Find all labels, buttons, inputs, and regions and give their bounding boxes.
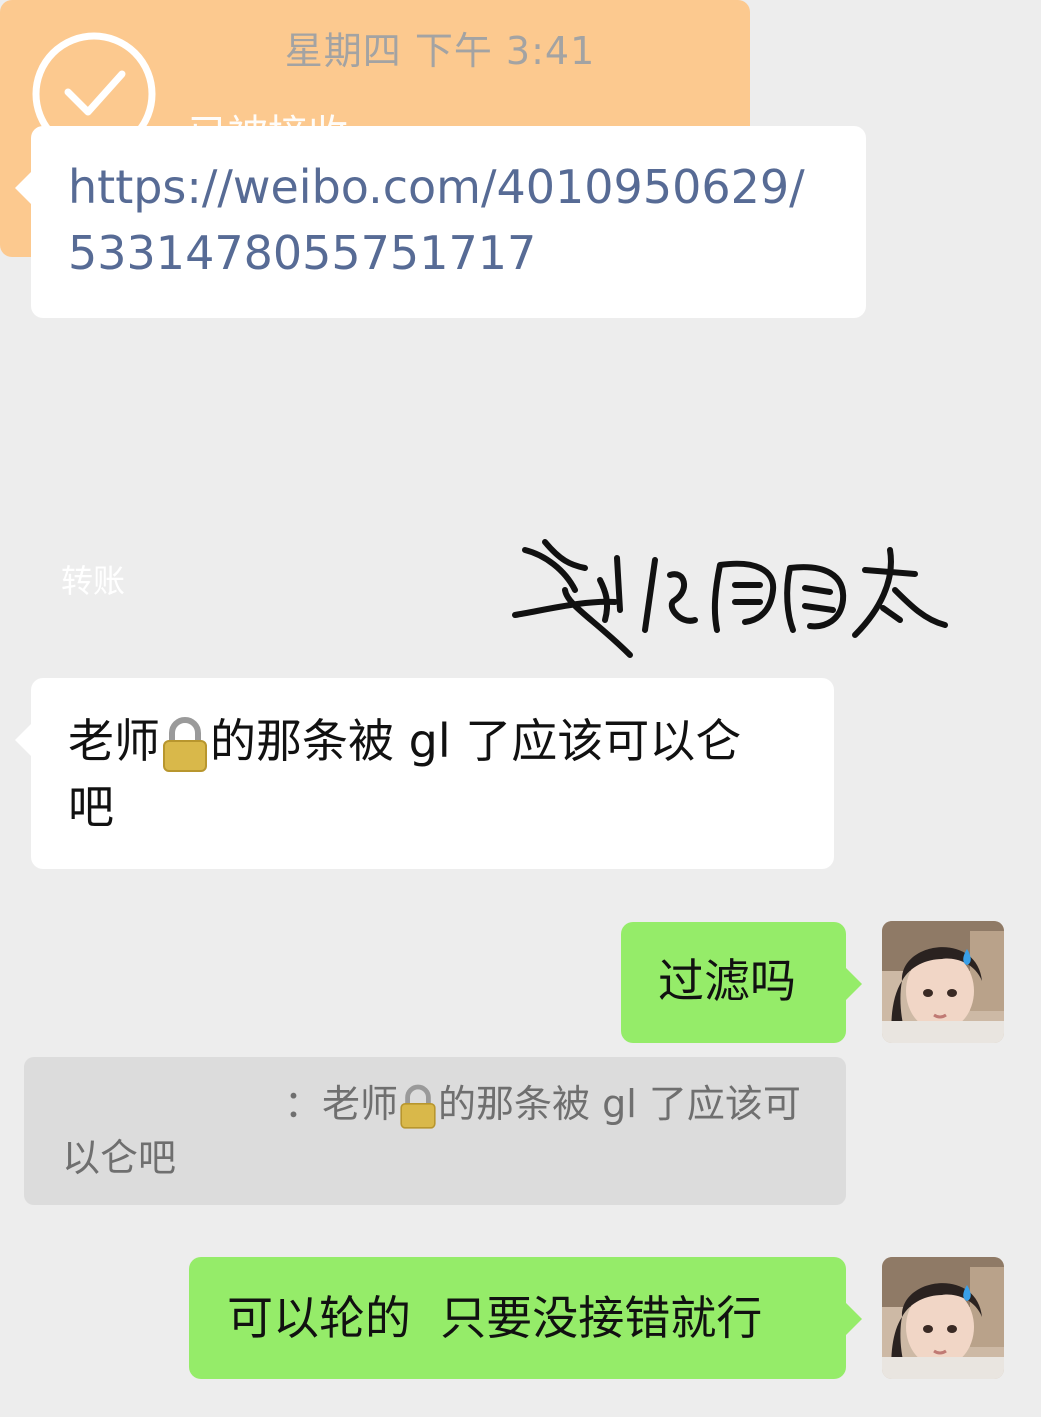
quote-separator: ： — [284, 1082, 323, 1126]
avatar-icon[interactable] — [882, 921, 1004, 1043]
filter-question-text: 过滤吗 — [658, 954, 796, 1008]
quote-line1: ：老师 的那条被 gl 了应该可 — [62, 1077, 808, 1131]
teacher-text-line2: 吧 — [68, 780, 114, 834]
check-circle-icon — [32, 32, 156, 156]
avatar-icon[interactable] — [882, 1257, 1004, 1379]
reply-message-bubble[interactable]: 可以轮的 只要没接错就行 — [189, 1257, 862, 1379]
teacher-text-part2: 的那条被 gl 了应该可以仑 — [210, 714, 742, 768]
transfer-label: 转账 — [61, 562, 126, 600]
reply-text: 可以轮的 只要没接错就行 — [227, 1291, 763, 1345]
quote-text-part2: 的那条被 gl 了应该可 — [438, 1082, 801, 1126]
transfer-status: 已被接收 — [188, 112, 348, 158]
teacher-text-part1: 老师 — [68, 714, 160, 768]
quote-text-line2: 以仑吧 — [62, 1136, 177, 1180]
quote-text-part1: 老师 — [322, 1082, 399, 1126]
filter-question-bubble[interactable]: 过滤吗 — [621, 922, 862, 1043]
quoted-message[interactable]: ：老师 的那条被 gl 了应该可 以仑吧 — [24, 1057, 846, 1205]
teacher-message-bubble[interactable]: 老师 的那条被 gl 了应该可以仑 吧 — [15, 678, 834, 869]
avatar-image — [882, 1257, 1004, 1379]
watermark-signature — [512, 539, 948, 658]
lock-icon — [400, 1084, 436, 1129]
lock-icon — [163, 716, 207, 772]
weibo-link[interactable]: https://weibo.com/4010950629/53314780557… — [68, 154, 830, 286]
avatar-image — [882, 921, 1004, 1043]
